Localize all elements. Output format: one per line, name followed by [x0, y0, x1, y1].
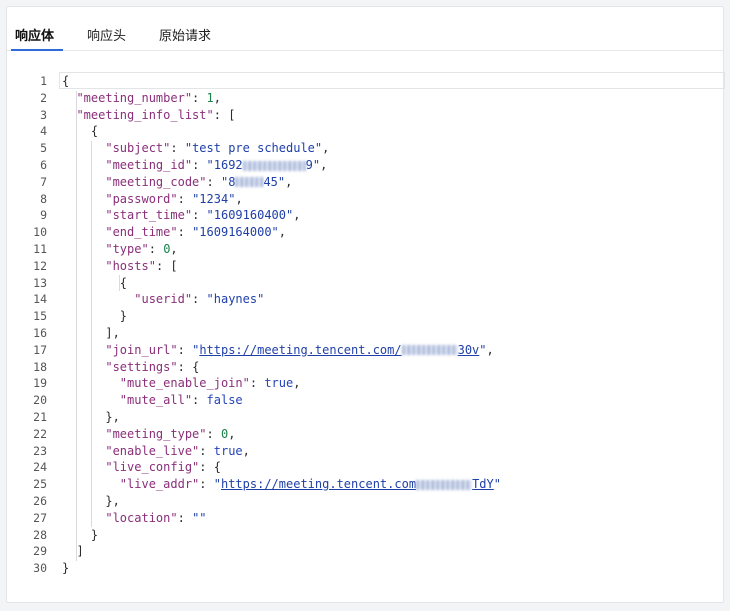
code-line[interactable]: }, — [62, 493, 119, 510]
code-line[interactable]: "meeting_id": "1692 9", — [62, 157, 327, 174]
line-number: 15 — [33, 309, 47, 324]
code-line[interactable]: }, — [62, 409, 119, 426]
code-line[interactable]: "live_config": { — [62, 459, 221, 476]
line-number: 8 — [40, 191, 47, 206]
line-number: 1 — [40, 74, 47, 88]
code-line[interactable]: "hosts": [ — [62, 258, 177, 275]
code-line[interactable]: { — [62, 123, 98, 140]
code-line[interactable]: "type": 0, — [62, 241, 177, 258]
code-line[interactable]: "location": "" — [62, 510, 206, 527]
line-number: 5 — [40, 141, 47, 156]
tab-raw-request[interactable]: 原始请求 — [159, 29, 211, 45]
tab-response-headers[interactable]: 响应头 — [87, 29, 126, 45]
code-line[interactable]: "userid": "haynes" — [62, 291, 264, 308]
line-number: 4 — [40, 124, 47, 139]
code-line[interactable]: "meeting_type": 0, — [62, 426, 235, 443]
code-line[interactable]: "mute_all": false — [62, 392, 243, 409]
tab-response-body[interactable]: 响应体 — [15, 29, 54, 45]
code-line[interactable]: } — [62, 560, 69, 577]
code-line[interactable]: "start_time": "1609160400", — [62, 207, 300, 224]
code-line[interactable]: ] — [62, 543, 83, 560]
line-number: 10 — [33, 225, 47, 240]
code-line[interactable]: "meeting_info_list": [ — [62, 107, 235, 124]
response-panel: 响应体 响应头 原始请求 1 {2 "meeting_number": 1, 3 "… — [6, 6, 725, 603]
code-line[interactable]: "end_time": "1609164000", — [62, 224, 286, 241]
line-number: 17 — [33, 342, 47, 357]
code-line[interactable]: "live_addr": "https://meeting.tencent.co… — [62, 476, 501, 493]
json-code-editor[interactable]: 1 {2 "meeting_number": 1, 3 "meeting_info_… — [7, 63, 725, 583]
code-line[interactable]: } — [62, 527, 98, 544]
line-number: 24 — [33, 460, 47, 475]
line-number: 22 — [33, 426, 47, 441]
line-number: 16 — [33, 326, 47, 340]
line-number: 26 — [33, 494, 47, 508]
line-number: 27 — [33, 510, 47, 525]
line-number: 23 — [33, 443, 47, 458]
code-line[interactable]: "password": "1234", — [62, 191, 242, 208]
line-number: 11 — [33, 242, 47, 256]
active-tab-indicator — [11, 49, 63, 51]
line-number: 21 — [33, 410, 47, 424]
line-number: 25 — [33, 477, 47, 492]
code-line[interactable]: } — [62, 308, 127, 325]
code-line[interactable]: "join_url": "https://meeting.tencent.com… — [62, 342, 493, 359]
line-number: 30 — [33, 561, 47, 576]
line-number: 6 — [40, 158, 47, 172]
line-number: 20 — [33, 393, 47, 408]
code-line[interactable]: ], — [62, 325, 119, 342]
code-line[interactable]: "enable_live": true, — [62, 443, 250, 460]
line-number: 18 — [33, 359, 47, 374]
line-number: 19 — [33, 376, 47, 391]
line-number: 29 — [33, 544, 47, 559]
line-number: 2 — [40, 90, 47, 105]
code-line[interactable]: "meeting_code": "8 45", — [62, 174, 292, 191]
code-line[interactable]: { — [62, 275, 127, 292]
line-number: 13 — [33, 275, 47, 290]
line-number: 12 — [33, 258, 47, 273]
line-number: 14 — [33, 292, 47, 307]
code-line[interactable]: { — [62, 73, 69, 90]
current-line-highlight — [59, 72, 725, 89]
line-number: 9 — [40, 208, 47, 223]
line-number: 7 — [40, 174, 47, 189]
line-number: 28 — [33, 527, 47, 542]
code-line[interactable]: "meeting_number": 1, — [62, 90, 221, 107]
code-line[interactable]: "subject": "test pre schedule", — [62, 140, 329, 157]
tab-bar: 响应体 响应头 原始请求 — [7, 7, 723, 51]
code-line[interactable]: "settings": { — [62, 359, 199, 376]
code-line[interactable]: "mute_enable_join": true, — [62, 375, 301, 392]
line-number: 3 — [40, 107, 47, 122]
